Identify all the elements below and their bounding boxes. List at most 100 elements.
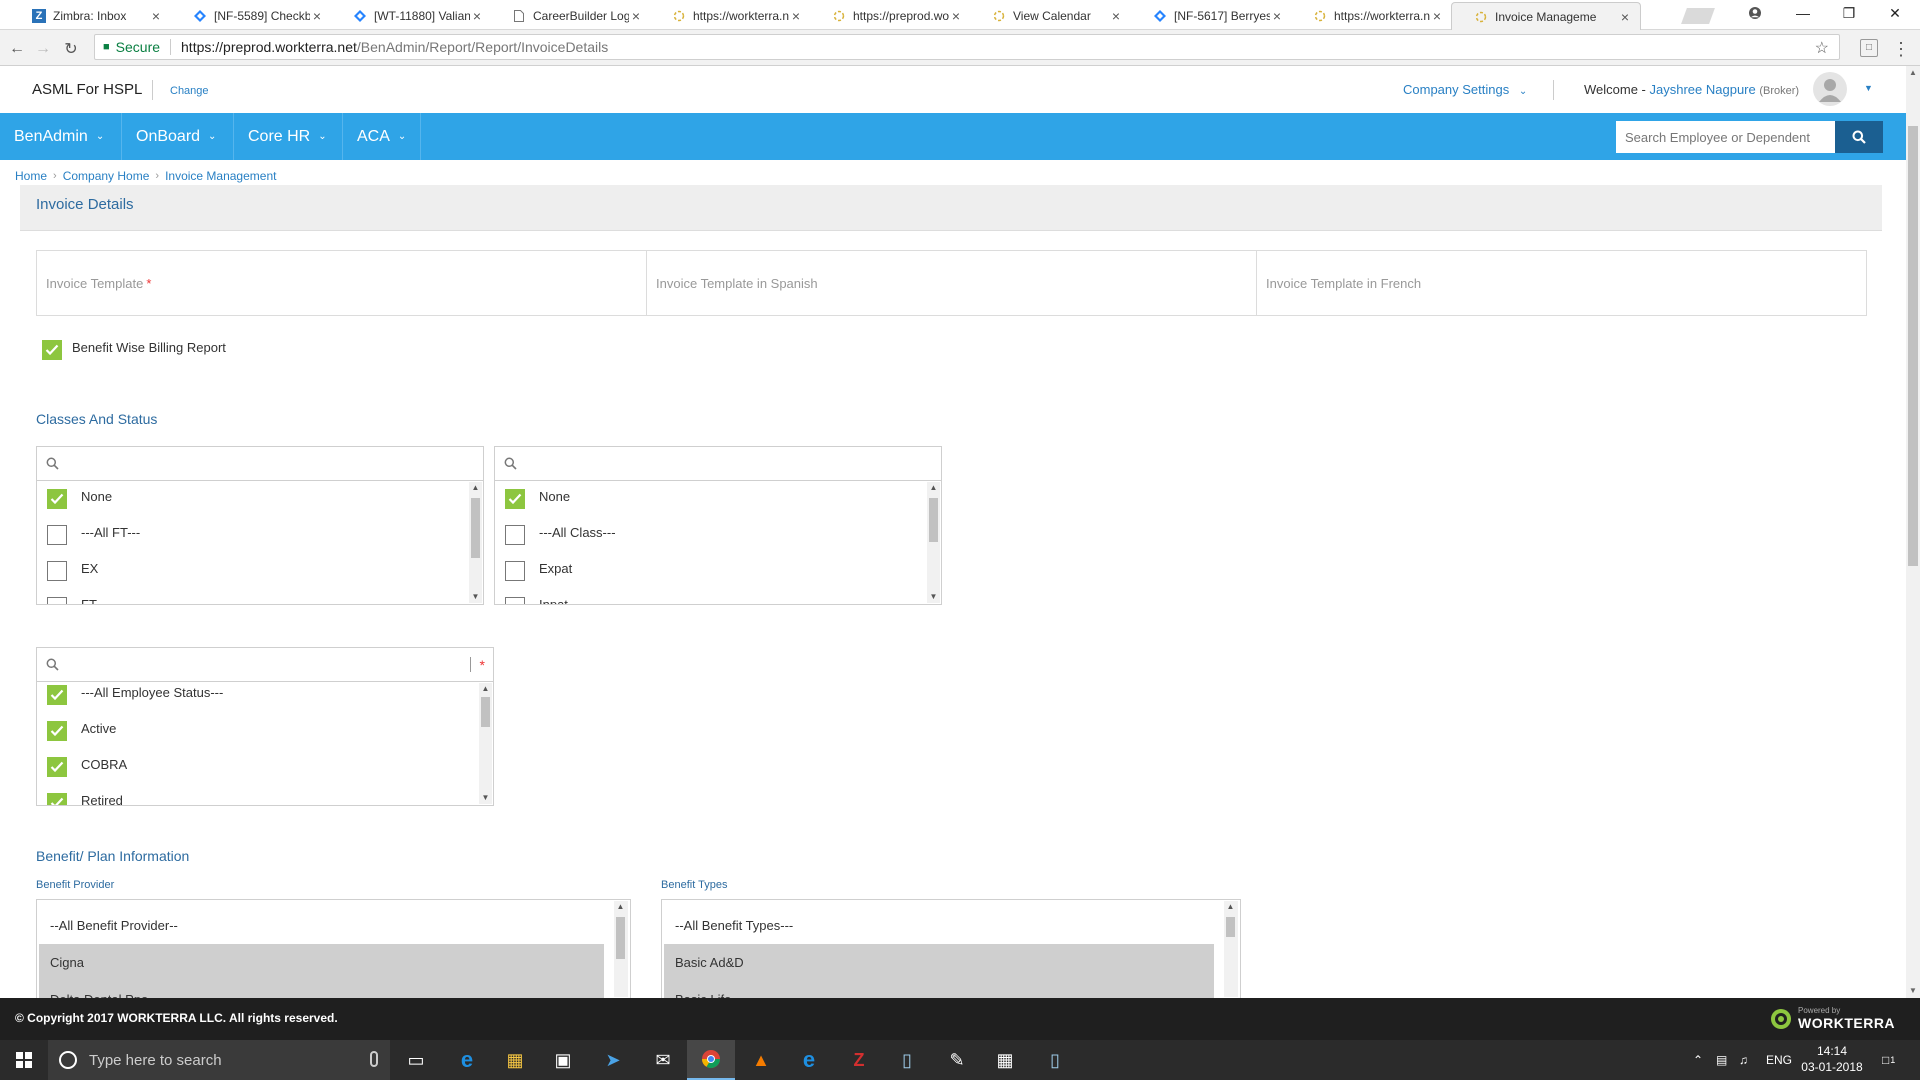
user-menu-caret-icon[interactable]: ▼ (1864, 83, 1873, 93)
breadcrumb-company-home[interactable]: Company Home (63, 169, 150, 183)
item-checkbox[interactable] (47, 793, 67, 805)
internet-explorer-icon[interactable]: e (785, 1040, 833, 1080)
list-item[interactable]: EX (37, 553, 467, 589)
nav-core-hr[interactable]: Core HR ⌄ (234, 113, 341, 160)
item-checkbox[interactable] (47, 685, 67, 705)
list-item[interactable]: Retired (37, 785, 477, 805)
extension-icon[interactable]: □ (1860, 39, 1878, 57)
taskbar-search[interactable]: Type here to search (48, 1040, 390, 1080)
scroll-up-icon[interactable]: ▲ (469, 482, 482, 494)
benefit-wise-checkbox[interactable] (42, 340, 62, 360)
invoice-template-field[interactable]: Invoice Template * (37, 251, 647, 315)
scrollbar[interactable]: ▲ (1224, 901, 1238, 997)
list-item[interactable]: Delta Dental Ppo (39, 981, 604, 998)
reload-icon[interactable]: ↻ (60, 38, 82, 60)
chrome-menu-icon[interactable]: ⋮ (1890, 38, 1912, 60)
close-tab-icon[interactable]: × (470, 8, 484, 24)
close-tab-icon[interactable]: × (789, 8, 803, 24)
scroll-up-icon[interactable]: ▲ (614, 901, 627, 913)
item-checkbox[interactable] (505, 489, 525, 509)
close-tab-icon[interactable]: × (1618, 9, 1632, 25)
invoice-template-french-field[interactable]: Invoice Template in French (1257, 251, 1866, 315)
nav-onboard[interactable]: OnBoard ⌄ (122, 113, 230, 160)
employee-search-input[interactable] (1616, 121, 1835, 153)
close-tab-icon[interactable]: × (949, 8, 963, 24)
browser-tab[interactable]: View Calendar × (970, 2, 1131, 30)
item-checkbox[interactable] (47, 489, 67, 509)
list-item[interactable]: --All Benefit Provider-- (39, 907, 604, 944)
list-item[interactable]: ---All Employee Status--- (37, 677, 477, 713)
store-icon[interactable]: ▣ (539, 1040, 587, 1080)
minimize-icon[interactable]: — (1780, 0, 1826, 26)
item-checkbox[interactable] (47, 721, 67, 741)
notifications-icon[interactable]: □ 1 (1882, 1040, 1895, 1080)
class-search-2[interactable] (495, 447, 941, 481)
show-hidden-icons[interactable]: ⌃ (1693, 1040, 1703, 1080)
language-indicator[interactable]: ENG (1766, 1040, 1792, 1080)
close-tab-icon[interactable]: × (1430, 8, 1444, 24)
company-settings-menu[interactable]: Company Settings ⌄ (1403, 82, 1527, 97)
scroll-thumb[interactable] (1908, 126, 1918, 566)
chrome-icon[interactable] (687, 1040, 735, 1080)
avatar[interactable] (1813, 72, 1847, 106)
scroll-up-icon[interactable]: ▲ (927, 482, 940, 494)
scroll-up-icon[interactable]: ▲ (479, 683, 492, 695)
list-item[interactable]: Active (37, 713, 477, 749)
list-item[interactable]: Basic Life (664, 981, 1214, 998)
back-icon[interactable]: ← (6, 38, 28, 60)
list-item[interactable]: None (37, 481, 467, 517)
list-item[interactable]: Basic Ad&D (664, 944, 1214, 981)
bookmark-star-icon[interactable]: ☆ (1815, 38, 1829, 58)
volume-icon[interactable]: ♫ (1739, 1040, 1748, 1080)
close-tab-icon[interactable]: × (149, 8, 163, 24)
browser-tab[interactable]: Invoice Manageme × (1451, 2, 1641, 30)
change-company-link[interactable]: Change (170, 85, 209, 97)
scroll-down-icon[interactable]: ▼ (479, 792, 492, 804)
list-item[interactable]: FT (37, 589, 467, 604)
item-checkbox[interactable] (47, 597, 67, 604)
browser-tab[interactable]: https://workterra.ne × (1291, 2, 1452, 30)
app-icon[interactable]: ▦ (981, 1040, 1029, 1080)
forward-icon[interactable]: → (32, 38, 54, 60)
scroll-thumb[interactable] (481, 697, 490, 727)
task-view-icon[interactable]: ▭ (392, 1040, 440, 1080)
scrollbar[interactable]: ▲ ▼ (927, 482, 940, 603)
list-item[interactable]: None (495, 481, 925, 517)
restore-icon[interactable]: ❐ (1826, 0, 1872, 26)
app-icon[interactable]: ➤ (589, 1040, 637, 1080)
scrollbar[interactable]: ▲ (614, 901, 628, 997)
list-item[interactable]: --All Benefit Types--- (664, 907, 1214, 944)
file-explorer-icon[interactable]: ▦ (491, 1040, 539, 1080)
class-search-1[interactable] (37, 447, 483, 481)
nav-aca[interactable]: ACA ⌄ (343, 113, 420, 160)
item-checkbox[interactable] (47, 561, 67, 581)
scroll-up-icon[interactable]: ▲ (1224, 901, 1237, 913)
app-icon[interactable]: ▯ (883, 1040, 931, 1080)
list-item[interactable]: ---All FT--- (37, 517, 467, 553)
close-window-icon[interactable]: ✕ (1872, 0, 1918, 26)
network-icon[interactable]: ▤ (1716, 1040, 1727, 1080)
scrollbar[interactable]: ▲ ▼ (469, 482, 482, 603)
item-checkbox[interactable] (505, 525, 525, 545)
paint-icon[interactable]: ✎ (933, 1040, 981, 1080)
benefit-wise-billing-option[interactable]: Benefit Wise Billing Report (42, 340, 226, 360)
item-checkbox[interactable] (505, 597, 525, 604)
close-tab-icon[interactable]: × (1270, 8, 1284, 24)
browser-tab[interactable]: Z Zimbra: Inbox × (10, 2, 171, 30)
list-item[interactable]: Cigna (39, 944, 604, 981)
clock[interactable]: 14:14 03-01-2018 (1790, 1043, 1874, 1075)
edge-icon[interactable]: e (443, 1040, 491, 1080)
scroll-thumb[interactable] (616, 917, 625, 959)
item-checkbox[interactable] (505, 561, 525, 581)
breadcrumb-home[interactable]: Home (15, 169, 47, 183)
close-tab-icon[interactable]: × (1109, 8, 1123, 24)
browser-tab[interactable]: [NF-5617] Berryessa× (1131, 2, 1292, 30)
close-tab-icon[interactable]: × (629, 8, 643, 24)
scroll-up-icon[interactable]: ▲ (1906, 66, 1920, 80)
browser-tab[interactable]: [WT-11880] Valiant × (331, 2, 492, 30)
firefox-icon[interactable]: ▲ (737, 1040, 785, 1080)
close-tab-icon[interactable]: × (310, 8, 324, 24)
item-checkbox[interactable] (47, 525, 67, 545)
list-item[interactable]: COBRA (37, 749, 477, 785)
browser-tab[interactable]: https://preprod.wor × (810, 2, 971, 30)
